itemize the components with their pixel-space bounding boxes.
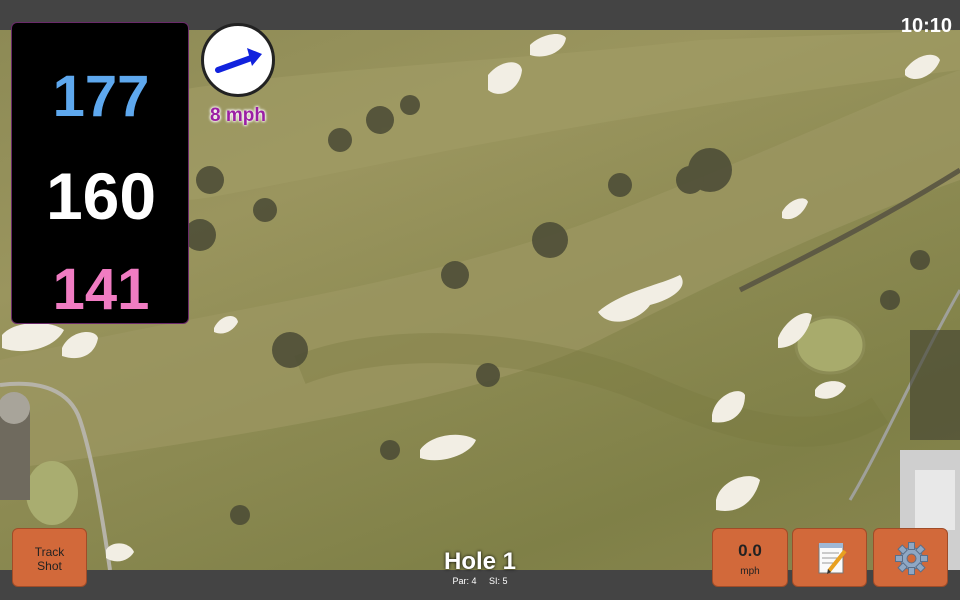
gear-icon <box>895 542 928 575</box>
wind-direction-dial <box>201 23 275 97</box>
hole-stroke-index: SI: 5 <box>489 576 508 586</box>
arrow-up-right-icon <box>215 48 262 73</box>
hole-info: Par: 4 SI: 5 <box>380 576 580 586</box>
notes-button[interactable] <box>792 528 867 587</box>
track-shot-label-line1: Track <box>34 545 65 559</box>
wind-speed-label: 8 mph <box>210 105 266 126</box>
distance-panel: 177 160 141 <box>11 22 189 324</box>
distance-front: 141 <box>52 257 150 322</box>
distance-back: 177 <box>52 64 150 129</box>
wind-speed-button[interactable]: 0.0 mph <box>712 528 788 587</box>
distance-middle: 160 <box>45 159 157 233</box>
hole-title: Hole 1 <box>443 548 517 575</box>
track-shot-button[interactable]: Track Shot <box>12 528 87 587</box>
settings-button[interactable] <box>873 528 948 587</box>
wind-button-value: 0.0 <box>738 541 762 560</box>
track-shot-label-line2: Shot <box>37 559 62 573</box>
hole-par: Par: 4 <box>452 576 477 586</box>
notepad-icon <box>818 543 847 574</box>
clock: 10:10 <box>900 15 952 37</box>
wind-button-unit: mph <box>740 566 760 577</box>
